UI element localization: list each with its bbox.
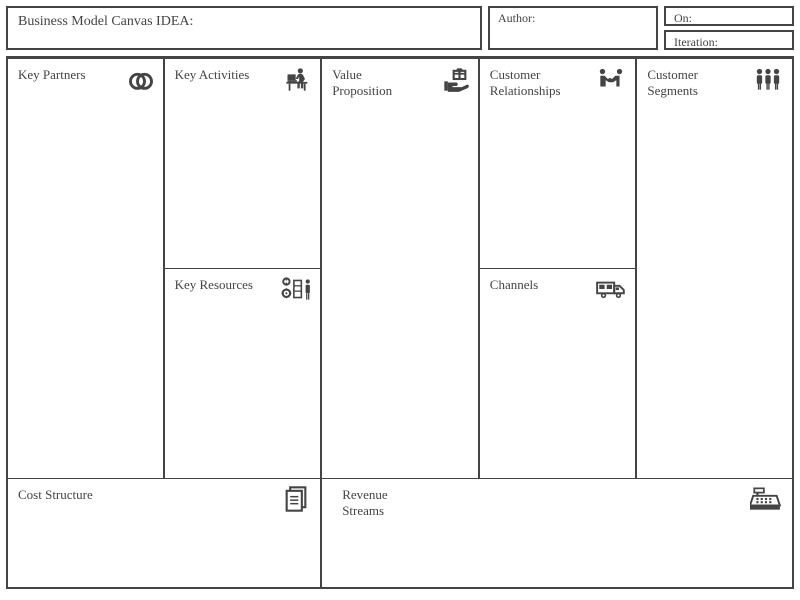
date-field[interactable]: On: bbox=[664, 6, 794, 26]
person-at-desk-icon bbox=[284, 65, 312, 93]
block-title: Channels bbox=[490, 277, 570, 293]
documents-icon bbox=[282, 485, 310, 513]
revenue-streams-block[interactable]: Revenue Streams bbox=[321, 479, 794, 589]
block-title: Revenue Streams bbox=[342, 487, 422, 518]
canvas-grid: Key Partners Key Activities Key Resource… bbox=[6, 56, 794, 589]
idea-label: Business Model Canvas IDEA: bbox=[18, 14, 193, 29]
canvas-header: Business Model Canvas IDEA: Author: On: … bbox=[6, 6, 794, 50]
customer-segments-block[interactable]: Customer Segments bbox=[636, 59, 794, 479]
block-title: Value Proposition bbox=[332, 67, 412, 98]
iteration-label: Iteration: bbox=[674, 35, 718, 49]
block-title: Key Activities bbox=[175, 67, 255, 83]
business-model-canvas: Business Model Canvas IDEA: Author: On: … bbox=[0, 0, 800, 600]
truck-icon bbox=[595, 275, 627, 303]
handshake-icon bbox=[595, 65, 627, 93]
cost-structure-block[interactable]: Cost Structure bbox=[6, 479, 321, 589]
author-field[interactable]: Author: bbox=[488, 6, 658, 50]
gift-hand-icon bbox=[442, 65, 470, 93]
customer-relationships-block[interactable]: Customer Relationships bbox=[479, 59, 637, 269]
value-proposition-block[interactable]: Value Proposition bbox=[321, 59, 479, 479]
rings-icon bbox=[127, 65, 155, 93]
block-title: Key Partners bbox=[18, 67, 98, 83]
key-resources-block[interactable]: Key Resources bbox=[164, 269, 322, 479]
cash-register-icon bbox=[750, 485, 782, 513]
idea-field[interactable]: Business Model Canvas IDEA: bbox=[6, 6, 482, 50]
block-title: Customer Segments bbox=[647, 67, 727, 98]
block-title: Cost Structure bbox=[18, 487, 98, 503]
block-title: Key Resources bbox=[175, 277, 255, 293]
channels-block[interactable]: Channels bbox=[479, 269, 637, 479]
key-activities-block[interactable]: Key Activities bbox=[164, 59, 322, 269]
iteration-field[interactable]: Iteration: bbox=[664, 30, 794, 50]
people-group-icon bbox=[752, 65, 784, 93]
author-label: Author: bbox=[498, 11, 535, 25]
block-title: Customer Relationships bbox=[490, 67, 570, 98]
key-partners-block[interactable]: Key Partners bbox=[6, 59, 164, 479]
resources-icon bbox=[280, 275, 312, 303]
on-label: On: bbox=[674, 11, 692, 25]
